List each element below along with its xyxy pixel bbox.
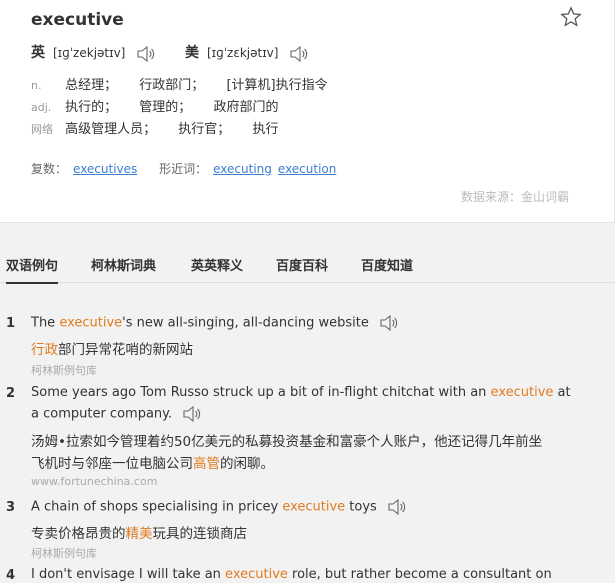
speaker-icon[interactable] (379, 315, 399, 331)
meaning: 政府部门的 (213, 100, 279, 115)
data-source: 数据来源：金山词霸 (461, 190, 570, 204)
meaning: 执行的； (65, 100, 118, 115)
meaning: 执行 (252, 122, 279, 137)
definition-web: 网络 高级管理人员； 执行官； 执行 (31, 118, 296, 137)
example-text: 玩具的连锁商店 (152, 526, 248, 542)
tab-bilingual-examples[interactable]: 双语例句 (6, 255, 59, 284)
example-en: Some years ago Tom Russo struck up a bit… (31, 385, 571, 400)
example-text: Some years ago Tom Russo struck up a bit… (31, 385, 491, 400)
example-text: at (553, 385, 571, 400)
keyword-highlight: 高管 (193, 456, 220, 472)
example-text: 的闲聊。 (220, 456, 274, 472)
similar-label: 形近词： (159, 162, 208, 176)
pron-lang: 英 (31, 45, 45, 61)
word-forms: 复数： executives 形近词： executing execution (31, 160, 336, 177)
speaker-icon[interactable] (136, 45, 156, 62)
keyword-highlight[interactable]: executive (225, 567, 288, 582)
example-text: 部门异常花哨的新网站 (58, 342, 193, 358)
pron-ipa: [ɪɡˈzɛkjətɪv] (207, 46, 279, 60)
star-icon[interactable] (560, 6, 582, 28)
pron-ipa: [ɪɡˈzekjətɪv] (53, 46, 126, 60)
definition-noun: n. 总经理； 行政部门； [计算机]执行指令 (31, 74, 346, 93)
meaning: 高级管理人员； (65, 122, 157, 137)
example-en: I don't envisage I will take an executiv… (31, 567, 552, 582)
tab-collins[interactable]: 柯林斯词典 (91, 255, 156, 274)
similar-link-execution[interactable]: execution (278, 162, 336, 176)
example-cn: 行政部门异常花哨的新网站 (31, 338, 193, 358)
part-of-speech: adj. (31, 101, 52, 114)
headword: executive (31, 10, 124, 30)
keyword-highlight: 行政 (31, 342, 58, 358)
tab-english-definitions[interactable]: 英英释义 (191, 255, 243, 274)
speaker-icon[interactable] (289, 45, 309, 62)
example-en: The executive's new all-singing, all-dan… (31, 315, 399, 331)
keyword-highlight: 精美 (125, 526, 153, 542)
meaning: 总经理； (65, 78, 118, 93)
example-text: A chain of shops specialising in pricey (31, 499, 283, 515)
example-text: 飞机时与邻座一位电脑公司 (31, 456, 193, 472)
example-text: 专卖价格昂贵的 (31, 526, 126, 542)
speaker-icon[interactable] (182, 406, 202, 422)
example-cn: 汤姆•拉索如今管理着约50亿美元的私募投资基金和富豪个人账户，他还记得几年前坐 (31, 434, 543, 450)
example-text: 's new all-singing, all-dancing website (122, 315, 369, 331)
meaning: 行政部门； (139, 78, 205, 93)
meaning: [计算机]执行指令 (226, 78, 328, 93)
keyword-highlight[interactable]: executive (59, 316, 122, 331)
similar-link-executing[interactable]: executing (213, 162, 272, 176)
example-text: role, but rather become a consultant on (287, 567, 552, 582)
example-text: I don't envisage I will take an (31, 567, 226, 582)
example-en-line2: a computer company. (31, 406, 202, 422)
tab-bar: 双语例句 柯林斯词典 英英释义 百度百科 百度知道 (0, 248, 615, 284)
example-source[interactable]: www.fortunechina.com (31, 475, 157, 488)
example-text: toys (345, 499, 377, 515)
example-cn-line2: 飞机时与邻座一位电脑公司高管的闲聊。 (31, 452, 274, 472)
example-source[interactable]: 柯林斯例句库 (31, 545, 97, 561)
part-of-speech: n. (31, 79, 42, 92)
example-number: 2 (6, 386, 16, 401)
tab-baidu-baike[interactable]: 百度百科 (276, 255, 328, 274)
example-cn: 专卖价格昂贵的精美玩具的连锁商店 (31, 522, 247, 542)
pron-lang: 美 (185, 45, 199, 61)
definition-adj: adj. 执行的； 管理的； 政府部门的 (31, 96, 296, 115)
keyword-highlight[interactable]: executive (491, 385, 554, 400)
plural-link[interactable]: executives (73, 162, 137, 176)
dictionary-card: executive 英 [ɪɡˈzekjətɪv] 美 [ɪɡˈzɛkjətɪv] … (0, 0, 615, 223)
meaning: 管理的； (139, 100, 192, 115)
example-source[interactable]: 柯林斯例句库 (31, 362, 97, 378)
keyword-highlight[interactable]: executive (282, 500, 345, 515)
example-number: 1 (6, 316, 16, 331)
meaning: 执行官； (178, 122, 231, 137)
plural-label: 复数： (31, 162, 68, 176)
pronunciation-us: 美 [ɪɡˈzɛkjətɪv] (185, 42, 309, 62)
example-text: a computer company. (31, 406, 173, 422)
part-of-speech: 网络 (31, 123, 53, 136)
tab-baidu-zhidao[interactable]: 百度知道 (361, 255, 413, 274)
example-en: A chain of shops specialising in pricey … (31, 499, 407, 515)
example-number: 3 (6, 500, 16, 515)
example-text: The (31, 315, 60, 331)
speaker-icon[interactable] (387, 499, 407, 515)
pronunciation-uk: 英 [ɪɡˈzekjətɪv] (31, 42, 156, 62)
